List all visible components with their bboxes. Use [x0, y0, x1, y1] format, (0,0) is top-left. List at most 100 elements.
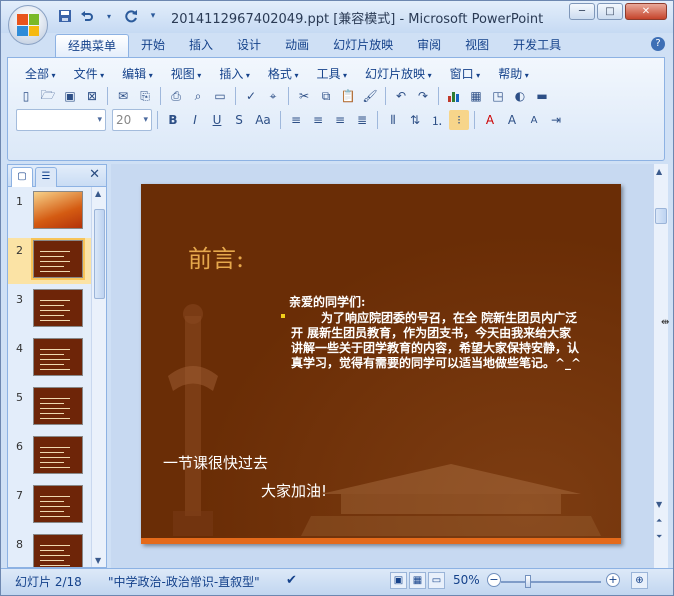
outline-tab[interactable]: ☰ [35, 167, 57, 187]
zoom-icon[interactable]: ▬ [532, 86, 552, 106]
text-direction-icon[interactable]: ⇅ [405, 110, 425, 130]
maximize-button[interactable]: □ [597, 3, 623, 20]
increase-indent-icon[interactable]: ⇥ [546, 110, 566, 130]
tab-1[interactable]: 开始 [129, 34, 177, 57]
menu-0[interactable]: 全部 [16, 65, 65, 83]
zoom-in-button[interactable]: + [606, 573, 620, 587]
menu-5[interactable]: 格式 [259, 65, 308, 83]
columns-icon[interactable]: ⫴ [383, 110, 403, 130]
justify-icon[interactable]: ≣ [352, 110, 372, 130]
scroll-thumb[interactable] [94, 209, 105, 299]
scroll-up-icon[interactable]: ▲ [95, 189, 101, 198]
slide-thumbnail-6[interactable]: 6 [8, 434, 92, 480]
bullets-icon[interactable]: ⁝ [449, 110, 469, 130]
underline-button[interactable]: U [207, 110, 227, 130]
slide-thumbnail-3[interactable]: 3 [8, 287, 92, 333]
customize-qat-icon[interactable]: ▾ [145, 8, 161, 24]
email-icon[interactable]: ✉ [113, 86, 133, 106]
spelling-icon[interactable]: ✓ [241, 86, 261, 106]
help-icon[interactable]: ? [651, 37, 665, 51]
slideshow-view-icon[interactable]: ▭ [428, 572, 445, 589]
insert-chart-icon[interactable] [444, 86, 464, 106]
print-preview-icon[interactable]: ⌕ [188, 86, 208, 106]
menu-8[interactable]: 窗口 [441, 65, 490, 83]
tab-5[interactable]: 幻灯片放映 [321, 34, 405, 57]
font-color-icon[interactable]: A [480, 110, 500, 130]
save-icon[interactable]: ▣ [60, 86, 80, 106]
bold-button[interactable]: B [163, 110, 183, 130]
print-icon[interactable]: ⎙ [166, 86, 186, 106]
change-case-button[interactable]: Aa [251, 110, 275, 130]
normal-view-icon[interactable]: ▣ [390, 572, 407, 589]
slide-thumbnail-2[interactable]: 2 [8, 238, 92, 284]
redo-icon[interactable] [123, 8, 139, 24]
menu-6[interactable]: 工具 [307, 65, 356, 83]
format-painter-icon[interactable]: 🖌 [360, 86, 380, 106]
menu-4[interactable]: 插入 [210, 65, 259, 83]
open-folder-icon[interactable]: 🗁 [38, 86, 58, 106]
slide-thumbnail-4[interactable]: 4 [8, 336, 92, 382]
close-pane-icon[interactable]: ✕ [89, 167, 100, 182]
current-slide[interactable]: 前言: 亲爱的同学们: 为了响应院团委的号召，在全 院新生团员内广泛开 展新生团… [141, 184, 621, 544]
scroll-down-icon[interactable]: ▼ [656, 500, 662, 509]
fit-to-window-icon[interactable]: ⊕ [631, 572, 648, 589]
slides-tab[interactable]: ▢ [11, 167, 33, 187]
tab-0[interactable]: 经典菜单 [55, 34, 130, 57]
close-button[interactable]: ✕ [625, 3, 667, 20]
decrease-font-icon[interactable]: A [524, 110, 544, 130]
pane-resize-icon[interactable]: ⇹ [661, 317, 669, 328]
tab-7[interactable]: 视图 [453, 34, 501, 57]
shadow-button[interactable]: S [229, 110, 249, 130]
scroll-up-icon[interactable]: ▲ [656, 167, 662, 176]
zoom-slider-knob[interactable] [525, 575, 531, 588]
zoom-out-button[interactable]: − [487, 573, 501, 587]
spelling-check-icon[interactable]: ✔ [286, 573, 297, 588]
copy-icon[interactable]: ⧉ [316, 86, 336, 106]
dropdown-arrow-icon[interactable]: ▾ [101, 8, 117, 24]
align-center-icon[interactable]: ≡ [308, 110, 328, 130]
office-button[interactable] [8, 5, 48, 45]
align-right-icon[interactable]: ≡ [330, 110, 350, 130]
redo-icon[interactable]: ↷ [413, 86, 433, 106]
tab-8[interactable]: 开发工具 [501, 34, 573, 57]
permission-icon[interactable]: ⊠ [82, 86, 102, 106]
insert-table-icon[interactable]: ▦ [466, 86, 486, 106]
slide-thumbnail-8[interactable]: 8 [8, 532, 92, 567]
scroll-down-icon[interactable]: ▼ [95, 556, 101, 565]
slide-thumbnail-1[interactable]: 1 [8, 189, 92, 235]
attach-icon[interactable]: ⎘ [135, 86, 155, 106]
undo-icon[interactable]: ↶ [391, 86, 411, 106]
font-name-combo[interactable] [16, 109, 106, 131]
previous-slide-icon[interactable]: ⏶ [656, 516, 662, 526]
menu-2[interactable]: 编辑 [113, 65, 162, 83]
font-size-combo[interactable]: 20 [112, 109, 152, 131]
increase-font-icon[interactable]: A [502, 110, 522, 130]
minimize-button[interactable]: ─ [569, 3, 595, 20]
insert-picture-icon[interactable]: ◳ [488, 86, 508, 106]
next-slide-icon[interactable]: ⏷ [656, 532, 662, 542]
numbering-icon[interactable]: ⒈ [427, 110, 447, 130]
slide-scrollbar[interactable]: ▲ ▼ ⏶ ⏷ [653, 164, 668, 568]
menu-1[interactable]: 文件 [65, 65, 114, 83]
slide-thumbnail-5[interactable]: 5 [8, 385, 92, 431]
color-grayscale-icon[interactable]: ◐ [510, 86, 530, 106]
thumbnails-scrollbar[interactable]: ▲ ▼ [91, 187, 106, 567]
paste-icon[interactable]: 📋 [338, 86, 358, 106]
tab-3[interactable]: 设计 [225, 34, 273, 57]
slide-thumbnail-7[interactable]: 7 [8, 483, 92, 529]
slide-sorter-icon[interactable]: ▦ [409, 572, 426, 589]
new-icon[interactable]: ▯ [16, 86, 36, 106]
save-icon[interactable] [57, 8, 73, 24]
research-icon[interactable]: ⌖ [263, 86, 283, 106]
tab-2[interactable]: 插入 [177, 34, 225, 57]
tab-6[interactable]: 审阅 [405, 34, 453, 57]
zoom-slider-track[interactable] [501, 581, 601, 583]
zoom-level[interactable]: 50% [453, 573, 480, 587]
menu-7[interactable]: 幻灯片放映 [356, 65, 441, 83]
align-left-icon[interactable]: ≡ [286, 110, 306, 130]
menu-9[interactable]: 帮助 [489, 65, 538, 83]
undo-icon[interactable] [79, 8, 95, 24]
menu-3[interactable]: 视图 [162, 65, 211, 83]
slide-view-icon[interactable]: ▭ [210, 86, 230, 106]
cut-icon[interactable]: ✂ [294, 86, 314, 106]
